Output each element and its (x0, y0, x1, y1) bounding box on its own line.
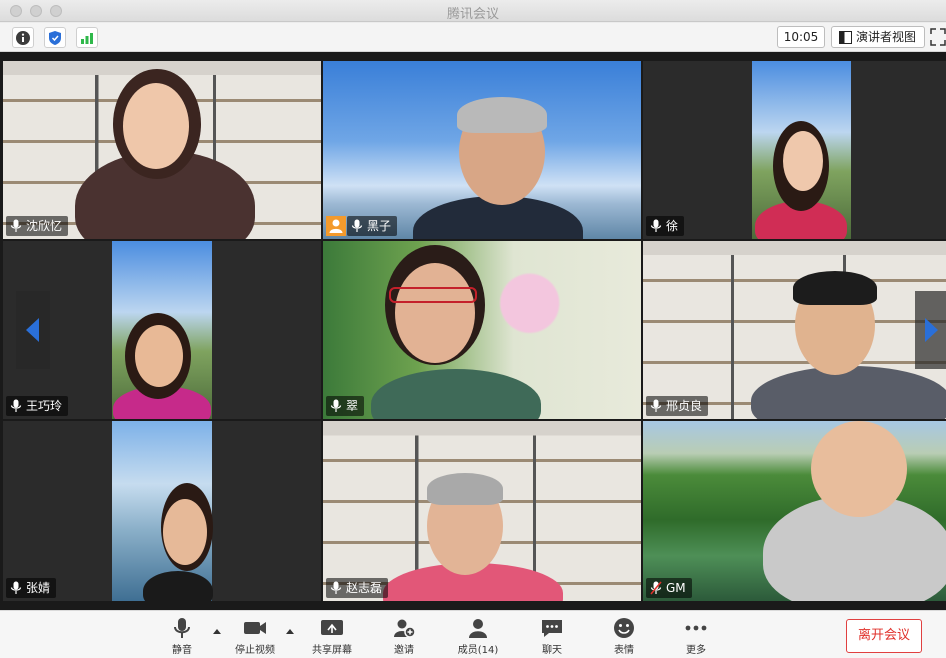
participant-name: 徐 (666, 219, 679, 233)
microphone-icon (10, 219, 22, 232)
microphone-icon (10, 581, 22, 594)
speaker-view-label: 演讲者视图 (856, 30, 917, 44)
chevron-left-icon (26, 318, 39, 342)
invite-button[interactable]: 邀请 (369, 617, 439, 657)
video-options-caret-icon[interactable] (285, 627, 295, 635)
meeting-info-bar: 10:05 演讲者视图 (0, 23, 946, 52)
layout-icon (839, 31, 852, 44)
info-icon (16, 30, 30, 45)
participant-name-tag: 翠 (326, 396, 365, 416)
meeting-clock: 10:05 (777, 26, 825, 48)
participant-name-tag: 赵志磊 (326, 578, 389, 598)
invite-label: 邀请 (394, 645, 414, 656)
members-icon (469, 619, 487, 638)
participant-name-tag: 张婧 (6, 578, 57, 598)
video-tile[interactable]: 张婧 (3, 421, 321, 601)
video-tile[interactable]: 沈欣忆 (3, 61, 321, 239)
more-button[interactable]: 更多 (661, 617, 731, 657)
participant-name-tag: 徐 (646, 216, 685, 236)
video-tile[interactable]: 翠 (323, 241, 641, 419)
microphone-icon (650, 399, 662, 412)
signal-bars-icon (81, 32, 93, 44)
participant-name: 张婧 (26, 581, 51, 595)
participant-name-tag: 沈欣忆 (6, 216, 69, 236)
add-user-icon (394, 619, 416, 638)
participant-hair (793, 271, 877, 305)
smiley-icon (614, 618, 634, 638)
microphone-icon (650, 219, 662, 232)
microphone-icon (330, 399, 342, 412)
chevron-right-icon (924, 318, 938, 342)
more-dots-icon (685, 625, 707, 631)
host-badge (326, 216, 346, 236)
participant-name: 赵志磊 (346, 581, 383, 595)
chat-button[interactable]: 聊天 (517, 617, 587, 657)
video-tile[interactable]: 赵志磊 (323, 421, 641, 601)
microphone-icon (174, 618, 190, 638)
chat-bubble-icon (542, 620, 562, 637)
glasses (389, 287, 477, 303)
participant-name-tag: 黑子 (347, 216, 398, 236)
participant-name: 王巧玲 (26, 399, 63, 413)
reactions-label: 表情 (614, 645, 634, 656)
participant-name: 沈欣忆 (26, 219, 63, 233)
participant-name: 翠 (346, 399, 359, 413)
previous-page-button[interactable] (16, 291, 50, 369)
video-tile[interactable]: 邢贞良 (643, 241, 946, 419)
video-tile[interactable]: 王巧玲 (3, 241, 321, 419)
next-page-button[interactable] (915, 291, 946, 369)
share-screen-icon (321, 620, 343, 635)
video-tile[interactable]: GM (643, 421, 946, 601)
video-tile[interactable]: 徐 (643, 61, 946, 239)
participant-hair (457, 97, 547, 133)
security-button[interactable] (44, 27, 66, 48)
mute-label: 静音 (172, 645, 192, 656)
chat-label: 聊天 (542, 645, 562, 656)
participant-hair (427, 473, 503, 505)
participant-name-tag: 邢贞良 (646, 396, 709, 416)
mute-button[interactable]: 静音 (147, 617, 217, 657)
network-signal-button[interactable] (76, 27, 98, 48)
fullscreen-icon[interactable] (930, 28, 946, 46)
members-button[interactable]: 成员(14) (443, 617, 513, 657)
meeting-info-button[interactable] (12, 27, 34, 48)
participant-face (163, 499, 207, 565)
microphone-icon (10, 399, 22, 412)
participant-name: 邢贞良 (666, 399, 703, 413)
video-grid: 沈欣忆 黑子 徐 王巧玲 翠 邢贞良 张婧 赵志磊 GM (0, 52, 946, 610)
members-label: 成员(14) (457, 645, 499, 656)
participant-name: 黑子 (367, 219, 392, 233)
speaker-view-button[interactable]: 演讲者视图 (831, 26, 925, 48)
video-camera-icon (244, 622, 266, 634)
participant-name-tag: 王巧玲 (6, 396, 69, 416)
meeting-toolbar: 静音 停止视频 共享屏幕 邀请 成员(14) 聊天 表情 更多 离开会议 (0, 610, 946, 658)
title-bar: 腾讯会议 (0, 0, 946, 22)
host-user-icon (329, 219, 343, 233)
reactions-button[interactable]: 表情 (589, 617, 659, 657)
microphone-icon (330, 581, 342, 594)
share-screen-button[interactable]: 共享屏幕 (297, 617, 367, 657)
microphone-icon (351, 219, 363, 232)
participant-face (123, 83, 189, 169)
stop-video-button[interactable]: 停止视频 (220, 617, 290, 657)
more-label: 更多 (686, 645, 706, 656)
microphone-muted-icon (650, 581, 662, 595)
shield-icon (49, 30, 61, 45)
video-tile-active-speaker[interactable]: 黑子 (323, 61, 641, 239)
stop-video-label: 停止视频 (235, 645, 275, 656)
participant-face (395, 263, 475, 363)
participant-face (811, 421, 907, 517)
participant-face (783, 131, 823, 191)
participant-name: GM (666, 581, 686, 595)
share-screen-label: 共享屏幕 (312, 645, 352, 656)
participant-name-tag: GM (646, 578, 692, 598)
leave-meeting-button[interactable]: 离开会议 (846, 619, 922, 653)
window-title: 腾讯会议 (446, 7, 499, 22)
participant-face (135, 325, 183, 387)
